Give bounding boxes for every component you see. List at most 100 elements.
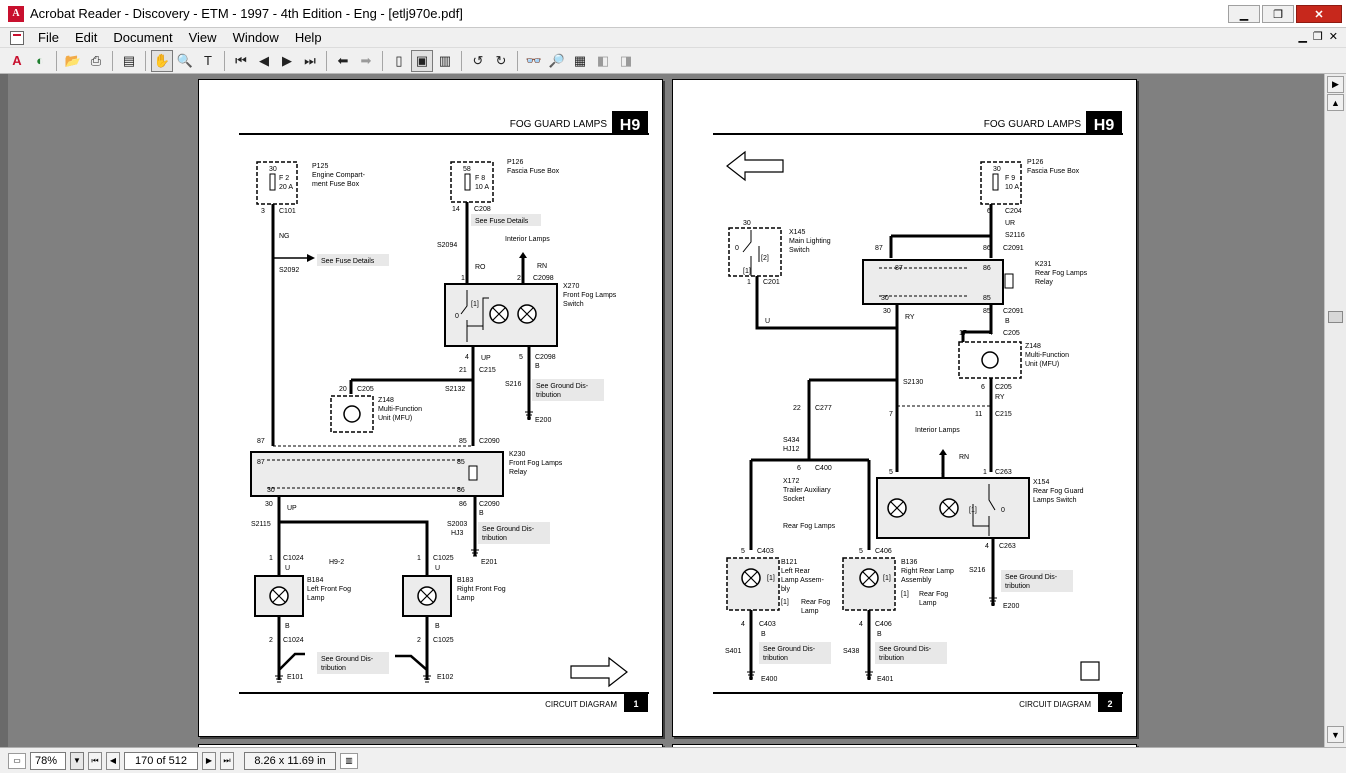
pin-number: 2 — [517, 275, 521, 282]
text-select-icon[interactable]: T — [197, 50, 219, 72]
pin-number: 20 — [339, 386, 347, 393]
splice-label: S438 — [843, 648, 859, 655]
search-results-icon[interactable]: ▦ — [569, 50, 591, 72]
wire — [395, 654, 428, 671]
label: [1] — [767, 575, 775, 582]
connector-label: C1025 — [433, 555, 454, 562]
wire-color: B — [877, 631, 882, 638]
first-page-icon[interactable]: ⏮ — [230, 50, 252, 72]
page-number-field[interactable]: 170 of 512 — [124, 751, 198, 770]
pin-number: 5 — [741, 548, 745, 555]
last-page-icon[interactable]: ⏭ — [299, 50, 321, 72]
label: [1] — [883, 575, 891, 582]
fit-page-icon[interactable]: ▣ — [411, 49, 433, 72]
actual-size-icon[interactable]: ▯ — [388, 50, 410, 72]
web-capture-icon[interactable]: ◐ — [29, 50, 51, 72]
fuse-box-p125 — [256, 161, 298, 205]
print-icon[interactable]: ⎙ — [85, 50, 107, 72]
pin-number: 2 — [269, 637, 273, 644]
next-highlight-icon[interactable]: ◨ — [615, 50, 637, 72]
connector-label: C2091 — [1003, 308, 1024, 315]
component-id: Z148 — [1025, 343, 1041, 350]
rotate-ccw-icon[interactable]: ↺ — [467, 50, 489, 72]
header-rule — [239, 133, 649, 135]
splice-label: S401 — [725, 648, 741, 655]
window-title: Acrobat Reader - Discovery - ETM - 1997 … — [30, 6, 463, 21]
toolbar: A ◐ 📂 ⎙ ▤ ✋ 🔍 T ⏮ ◀ ▶ ⏭ ⬅ ➡ ▯ ▣ ▥ ↺ ↻ 👓 … — [0, 48, 1346, 74]
label: bly — [781, 586, 790, 593]
label: Rear Fog — [919, 591, 948, 598]
minimize-button[interactable]: ▁ — [1228, 5, 1260, 23]
status-first-page-icon[interactable]: ⏮ — [88, 751, 102, 770]
fit-width-icon[interactable]: ▥ — [434, 50, 456, 72]
circuit-diagram-1: FOG GUARD LAMPS H9 30 F 2 20 A P125 Engi… — [239, 111, 649, 712]
menu-document[interactable]: Document — [105, 30, 180, 45]
doc-restore-button[interactable]: ❐ — [1313, 30, 1323, 43]
wire-color: U — [435, 565, 440, 572]
label: Lamp — [307, 595, 325, 602]
zoom-dropdown-icon[interactable]: ▼ — [70, 751, 84, 770]
scroll-down-arrow-icon[interactable]: ▼ — [1327, 726, 1344, 743]
status-next-page-icon[interactable]: ▶ — [202, 751, 216, 770]
go-forward-icon[interactable]: ➡ — [355, 50, 377, 72]
status-last-page-icon[interactable]: ⏭ — [220, 751, 234, 770]
zoom-level-field[interactable]: 78% — [30, 751, 66, 770]
label: Lamp — [919, 600, 937, 607]
label: Relay — [1035, 279, 1053, 286]
circuit-diagram-2: FOG GUARD LAMPS H9 30 F 9 10 A P126 Fasc… — [713, 111, 1123, 712]
connector-label: C215 — [479, 367, 496, 374]
acrobat-icon[interactable]: A — [6, 50, 28, 72]
doc-minimize-button[interactable]: ▁ — [1298, 30, 1306, 43]
wire-color: B — [479, 510, 484, 517]
menu-view[interactable]: View — [181, 30, 225, 45]
toolbar-separator — [224, 50, 225, 71]
see-ground-distribution-note: See Ground Dis- — [879, 646, 932, 653]
fuse-icon — [269, 173, 276, 191]
go-back-icon[interactable]: ⬅ — [332, 50, 354, 72]
pin-number: 87 — [875, 245, 883, 252]
toolbar-separator — [112, 50, 113, 71]
component-id: X145 — [789, 229, 805, 236]
menu-window[interactable]: Window — [225, 30, 287, 45]
status-previous-page-icon[interactable]: ◀ — [106, 751, 120, 770]
page-layout-icon[interactable]: ▭ — [8, 752, 26, 769]
search-icon[interactable]: 🔎 — [546, 50, 568, 72]
relay-coil — [1004, 273, 1014, 289]
show-navigation-pane-icon[interactable]: ▤ — [118, 50, 140, 72]
open-icon[interactable]: 📂 — [62, 50, 84, 72]
next-page-icon[interactable]: ▶ — [276, 50, 298, 72]
vertical-scrollbar[interactable]: ▶ ▲ ▼ — [1324, 74, 1346, 747]
menu-help[interactable]: Help — [287, 30, 330, 45]
menu-edit[interactable]: Edit — [67, 30, 105, 45]
label: Relay — [509, 469, 527, 476]
see-ground-distribution-note: tribution — [482, 535, 507, 542]
component-id: B136 — [901, 559, 917, 566]
previous-page-icon[interactable]: ◀ — [253, 50, 275, 72]
label: 0 — [735, 245, 739, 252]
previous-highlight-icon[interactable]: ◧ — [592, 50, 614, 72]
previous-page-arrow-icon — [726, 150, 784, 182]
restore-button[interactable]: ❐ — [1262, 5, 1294, 23]
label: 10 A — [475, 184, 489, 191]
scroll-up-arrow-icon[interactable]: ▲ — [1327, 94, 1344, 111]
rotate-cw-icon[interactable]: ↻ — [490, 50, 512, 72]
doc-close-button[interactable]: ✕ — [1329, 30, 1338, 43]
hand-tool-icon[interactable]: ✋ — [151, 49, 173, 72]
page-view-mode-icon[interactable]: ▥ — [340, 752, 358, 769]
pin-number: 6 — [797, 465, 801, 472]
wire-color: UP — [287, 505, 297, 512]
menu-file[interactable]: File — [30, 30, 67, 45]
document-menu-icon[interactable] — [10, 30, 24, 45]
pin-number: 17 — [959, 330, 967, 337]
pin-number: 5 — [859, 548, 863, 555]
scrollbar-thumb[interactable] — [1328, 311, 1343, 323]
scroll-right-arrow-icon[interactable]: ▶ — [1327, 76, 1344, 93]
close-button[interactable]: ✕ — [1296, 5, 1342, 23]
document-viewport[interactable]: FOG GUARD LAMPS H9 30 F 2 20 A P125 Engi… — [0, 74, 1324, 747]
navigation-pane-edge[interactable] — [0, 74, 8, 747]
menu-bar: File Edit Document View Window Help ▁ ❐ … — [0, 28, 1346, 48]
label: Rear Fog Guard — [1033, 488, 1084, 495]
splice-label: S2092 — [279, 267, 299, 274]
find-icon[interactable]: 👓 — [523, 50, 545, 72]
zoom-tool-icon[interactable]: 🔍 — [174, 50, 196, 72]
